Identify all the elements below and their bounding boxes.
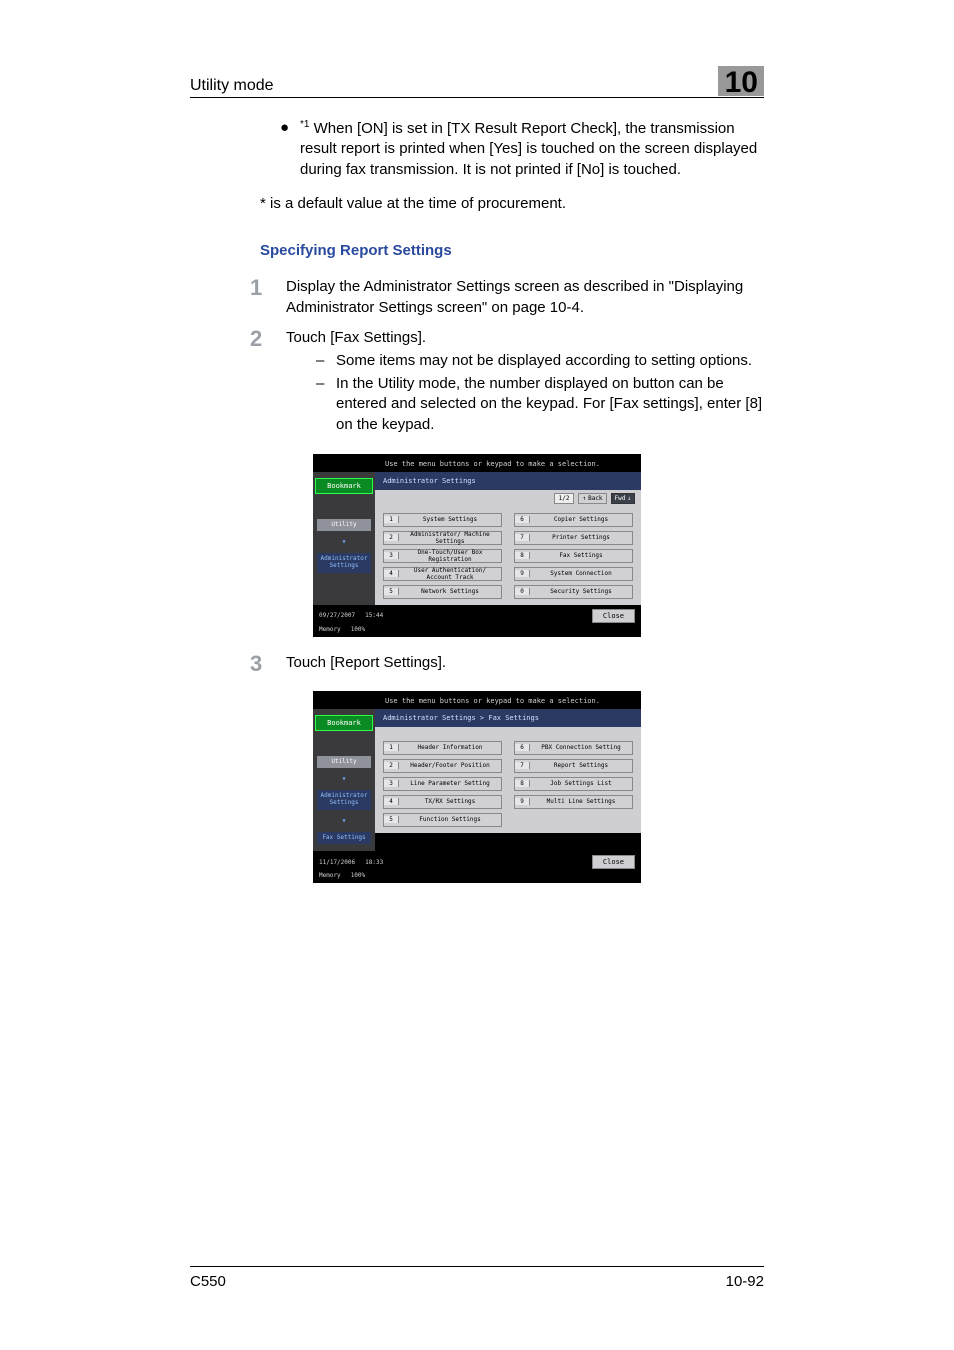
bookmark-button[interactable]: Bookmark <box>315 478 373 494</box>
side-admin-button[interactable]: Administrator Settings <box>316 789 372 810</box>
footer-page-number: 10-92 <box>726 1273 764 1290</box>
step-1: 1 Display the Administrator Settings scr… <box>250 277 764 318</box>
ss2-mem-label: Memory <box>319 872 341 879</box>
side-utility-button[interactable]: Utility <box>316 755 372 770</box>
menu-button-6[interactable]: 6PBX Connection Setting <box>514 741 633 755</box>
ss2-mem: 100% <box>351 872 365 879</box>
bullet-text: When [ON] is set in [TX Result Report Ch… <box>300 120 757 178</box>
side-admin-button[interactable]: Administrator Settings <box>316 552 372 573</box>
menu-button-6[interactable]: 6Copier Settings <box>514 513 633 527</box>
breadcrumb: Administrator Settings <box>375 472 641 490</box>
pager: 1/2 <box>554 493 575 504</box>
menu-button-7[interactable]: 7Printer Settings <box>514 531 633 545</box>
menu-button-4[interactable]: 4TX/RX Settings <box>383 795 502 809</box>
menu-button-9[interactable]: 9System Connection <box>514 567 633 581</box>
menu-button-5[interactable]: 5Function Settings <box>383 813 502 827</box>
step-2: 2 Touch [Fax Settings]. –Some items may … <box>250 328 764 437</box>
chevron-down-icon: ▾ <box>342 817 347 825</box>
menu-button-1[interactable]: 1Header Information <box>383 741 502 755</box>
menu-button-2[interactable]: 2Header/Footer Position <box>383 759 502 773</box>
menu-button-1[interactable]: 1System Settings <box>383 513 502 527</box>
menu-button-8[interactable]: 8Job Settings List <box>514 777 633 791</box>
menu-button-0[interactable]: 0Security Settings <box>514 585 633 599</box>
ss2-time: 18:33 <box>365 859 383 866</box>
step-2-text: Touch [Fax Settings]. <box>286 328 764 349</box>
close-button[interactable]: Close <box>592 609 635 623</box>
ss1-mem: 100% <box>351 626 365 633</box>
bullet-note: ● *1 When [ON] is set in [TX Result Repo… <box>280 118 764 180</box>
chevron-down-icon: ▾ <box>342 775 347 783</box>
chevron-down-icon: ▾ <box>342 538 347 546</box>
fwd-button[interactable]: Fwd↓ <box>611 493 635 504</box>
menu-button-7[interactable]: 7Report Settings <box>514 759 633 773</box>
admin-settings-screenshot: Use the menu buttons or keypad to make a… <box>313 454 641 637</box>
bookmark-button[interactable]: Bookmark <box>315 715 373 731</box>
side-fax-button[interactable]: Fax Settings <box>316 831 372 846</box>
ss1-instruction: Use the menu buttons or keypad to make a… <box>313 454 641 472</box>
menu-button-2[interactable]: 2Administrator/ Machine Settings <box>383 531 502 545</box>
breadcrumb: Administrator Settings > Fax Settings <box>375 709 641 727</box>
back-button[interactable]: ↑Back <box>578 493 606 504</box>
default-value-note: * is a default value at the time of proc… <box>260 194 764 214</box>
chapter-number: 10 <box>725 66 758 100</box>
side-utility-button[interactable]: Utility <box>316 518 372 533</box>
menu-button-8[interactable]: 8Fax Settings <box>514 549 633 563</box>
menu-button-4[interactable]: 4User Authentication/ Account Track <box>383 567 502 581</box>
step-2-dash-2: In the Utility mode, the number displaye… <box>336 374 764 436</box>
running-head-title: Utility mode <box>190 77 718 95</box>
menu-button-3[interactable]: 3Line Parameter Setting <box>383 777 502 791</box>
chapter-badge: 10 <box>718 66 764 101</box>
ss2-date: 11/17/2006 <box>319 859 355 866</box>
step-3: 3 Touch [Report Settings]. <box>250 653 764 675</box>
step-2-dash-1: Some items may not be displayed accordin… <box>336 351 764 372</box>
menu-button-9[interactable]: 9Multi Line Settings <box>514 795 633 809</box>
fax-settings-screenshot: Use the menu buttons or keypad to make a… <box>313 691 641 883</box>
footer-model: C550 <box>190 1273 226 1290</box>
menu-button-3[interactable]: 3One-Touch/User Box Registration <box>383 549 502 563</box>
section-heading: Specifying Report Settings <box>260 242 764 259</box>
ss1-time: 15:44 <box>365 612 383 619</box>
menu-button-5[interactable]: 5Network Settings <box>383 585 502 599</box>
ss1-date: 09/27/2007 <box>319 612 355 619</box>
ss2-instruction: Use the menu buttons or keypad to make a… <box>313 691 641 709</box>
ss1-mem-label: Memory <box>319 626 341 633</box>
close-button[interactable]: Close <box>592 855 635 869</box>
